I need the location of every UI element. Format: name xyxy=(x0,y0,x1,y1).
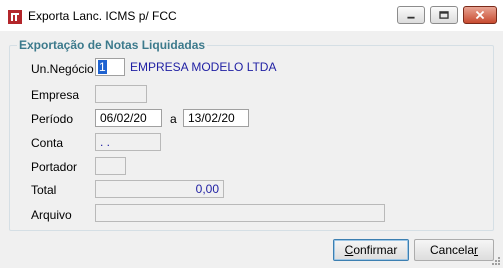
portador-label: Portador xyxy=(31,160,78,174)
portador-field[interactable] xyxy=(95,157,126,175)
group-title: Exportação de Notas Liquidadas xyxy=(17,38,208,52)
maximize-icon xyxy=(439,11,449,19)
un-negocio-code-input[interactable]: 1 xyxy=(95,58,125,76)
cancel-accelerator: r xyxy=(474,243,479,257)
arquivo-field[interactable] xyxy=(95,204,385,222)
cancel-button[interactable]: Cancelar xyxy=(414,239,494,261)
minimize-button[interactable] xyxy=(397,6,425,24)
confirm-label: onfirmar xyxy=(353,243,398,257)
periodo-end-input[interactable]: 13/02/20 xyxy=(183,109,249,127)
empresa-label: Empresa xyxy=(31,88,80,102)
conta-label: Conta xyxy=(31,136,64,150)
confirm-button[interactable]: Confirmar xyxy=(333,239,409,261)
close-icon xyxy=(475,10,485,20)
resize-grip-icon[interactable] xyxy=(491,256,501,266)
periodo-label: Período xyxy=(31,112,74,126)
periodo-separator: a xyxy=(170,112,177,126)
maximize-button[interactable] xyxy=(430,6,458,24)
arquivo-label: Arquivo xyxy=(31,208,72,222)
cancel-label: Cancela xyxy=(429,243,475,257)
app-logo-icon xyxy=(8,10,22,24)
un-negocio-name: EMPRESA MODELO LTDA xyxy=(130,60,277,74)
minimize-icon xyxy=(407,16,415,19)
periodo-start-input[interactable]: 06/02/20 xyxy=(95,109,162,127)
conta-field[interactable]: . . xyxy=(95,133,161,151)
un-negocio-code-value: 1 xyxy=(98,60,107,74)
close-button[interactable] xyxy=(463,6,497,24)
un-negocio-label: Un.Negócio xyxy=(31,62,94,76)
total-field: 0,00 xyxy=(95,180,224,198)
empresa-field[interactable] xyxy=(95,85,147,103)
total-label: Total xyxy=(31,183,57,197)
window-title: Exporta Lanc. ICMS p/ FCC xyxy=(28,9,177,23)
title-bar[interactable]: Exporta Lanc. ICMS p/ FCC xyxy=(0,0,503,32)
